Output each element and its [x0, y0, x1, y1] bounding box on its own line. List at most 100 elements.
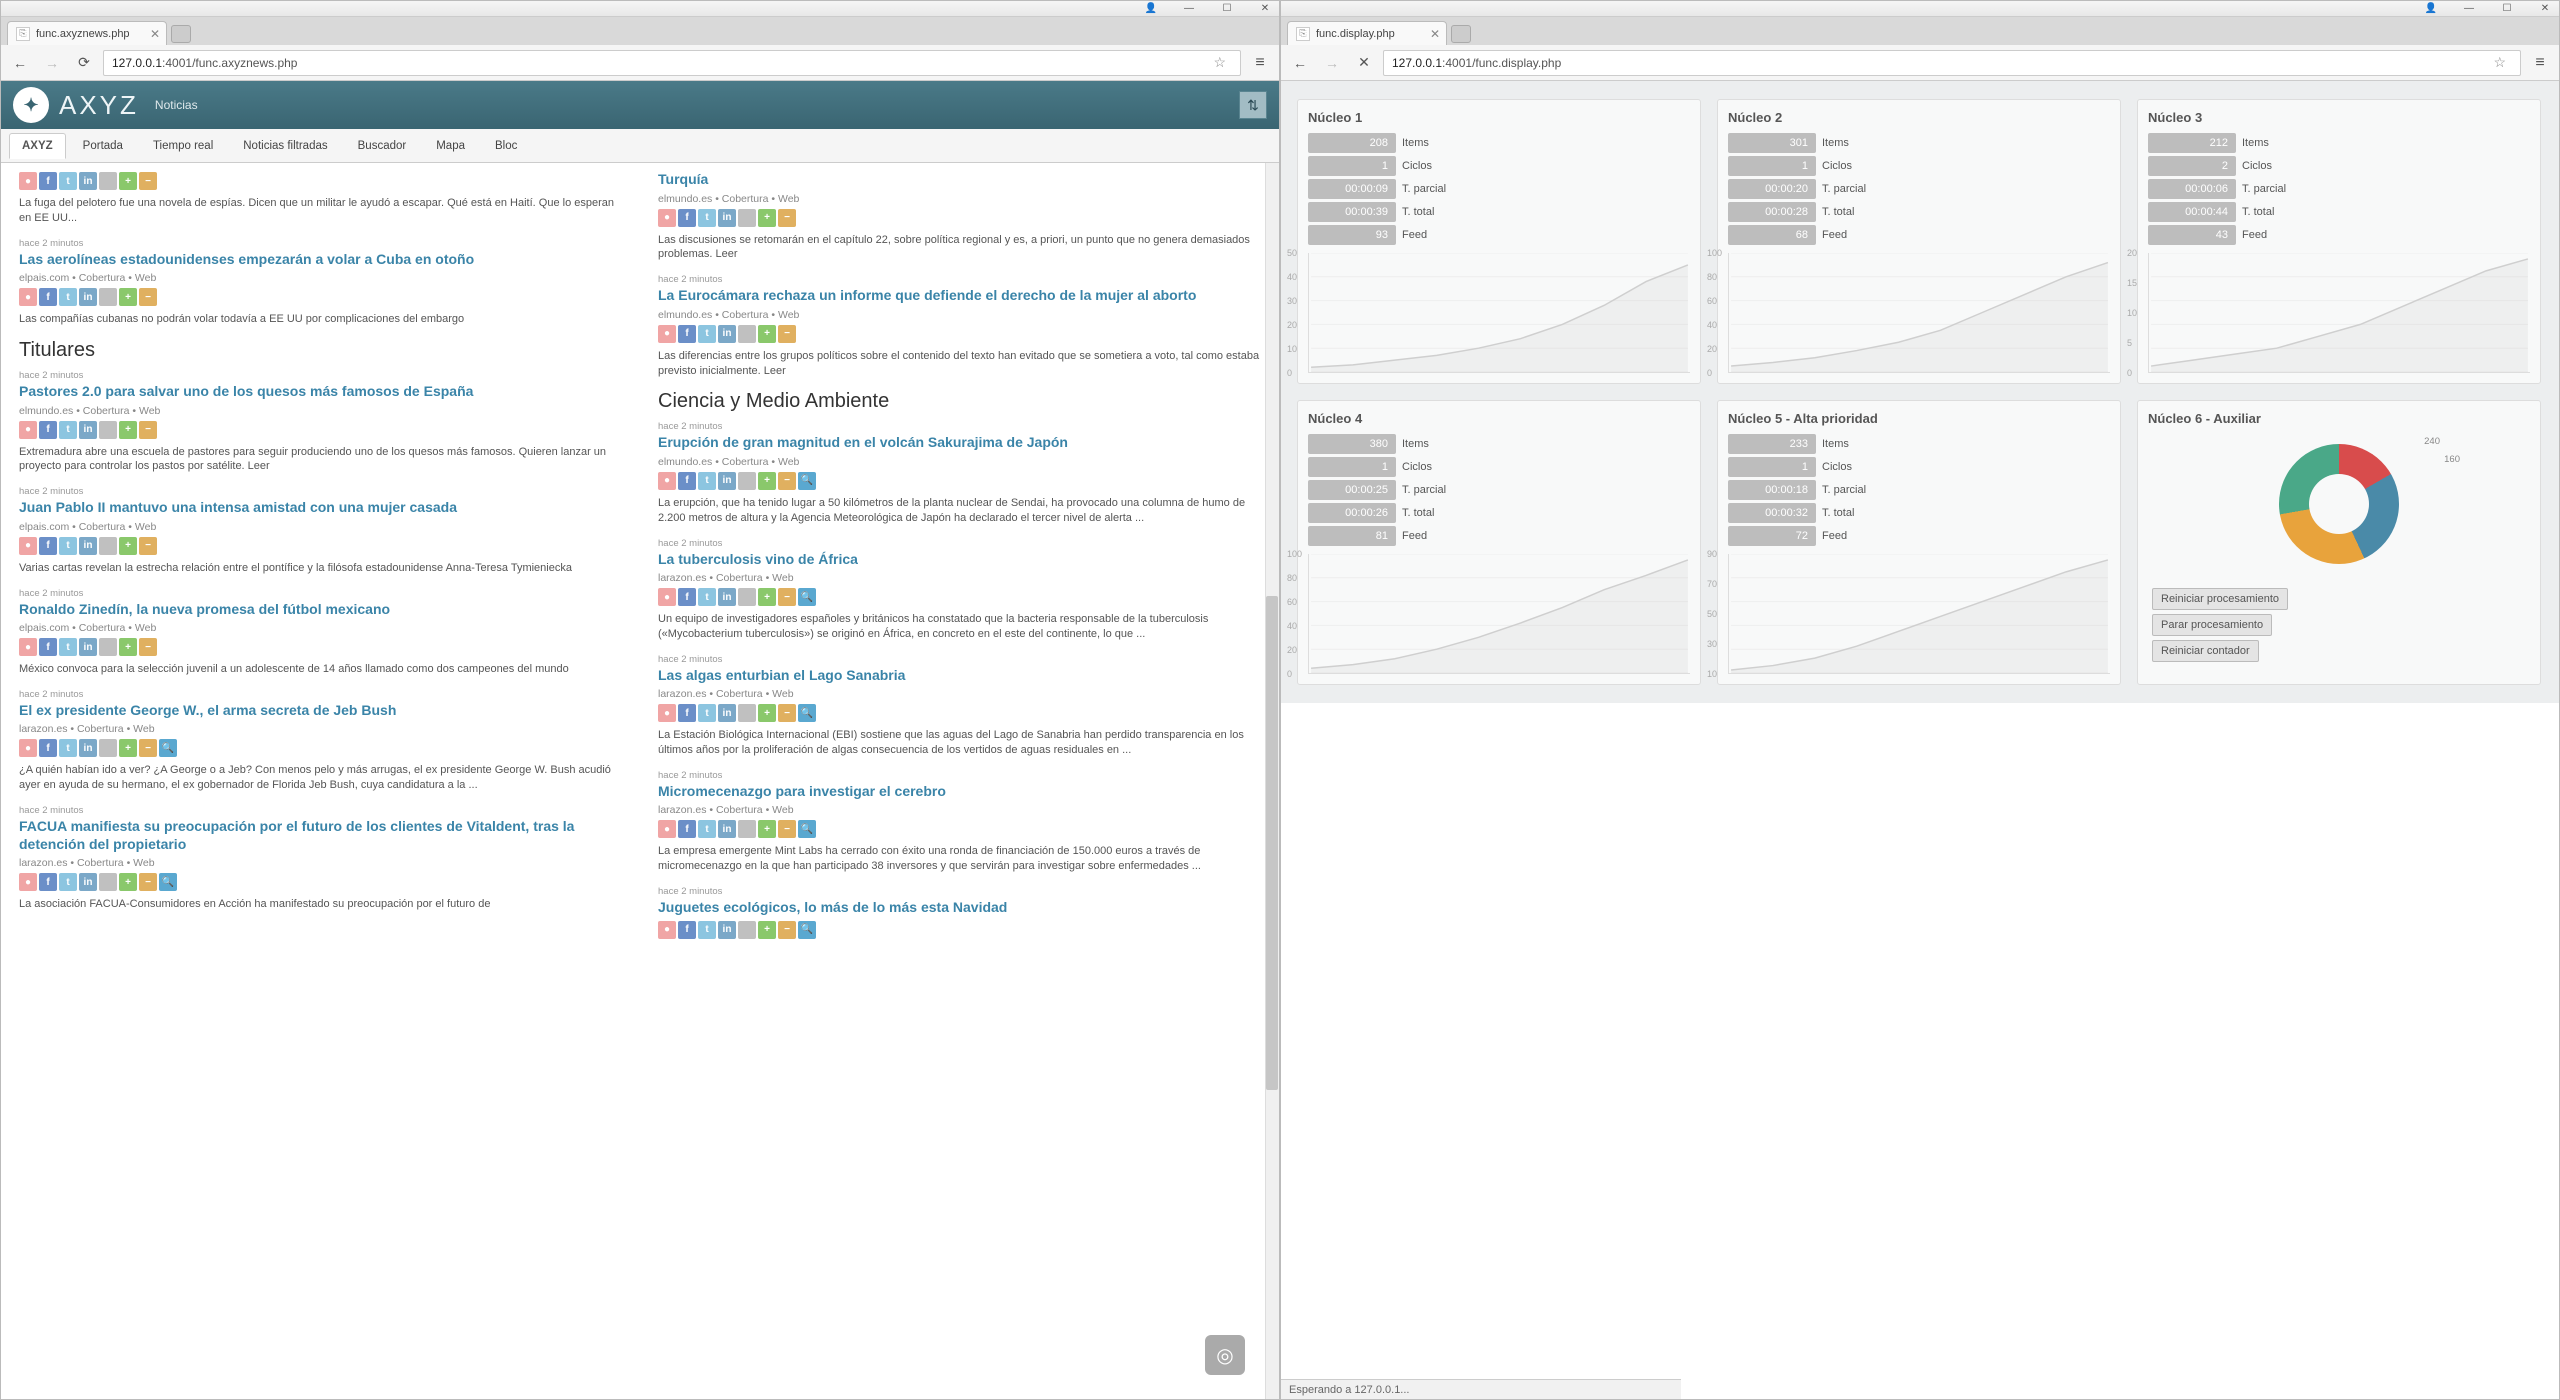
share-icon[interactable]: in [79, 288, 97, 306]
stop-button[interactable]: ✕ [1351, 50, 1377, 76]
share-icon[interactable]: in [79, 638, 97, 656]
share-icon[interactable]: ● [19, 537, 37, 555]
share-icon[interactable]: − [139, 172, 157, 190]
control-button[interactable]: Parar procesamiento [2152, 614, 2272, 636]
share-icon[interactable]: t [698, 588, 716, 606]
nav-tab-bloc[interactable]: Bloc [482, 133, 530, 159]
share-icon[interactable]: in [79, 537, 97, 555]
share-icon[interactable]: + [758, 209, 776, 227]
article-title[interactable]: FACUA manifiesta su preocupación por el … [19, 818, 622, 853]
forward-button[interactable]: → [39, 50, 65, 76]
reload-button[interactable]: ⟳ [71, 50, 97, 76]
close-window-icon[interactable]: ✕ [2535, 3, 2555, 15]
share-icon[interactable]: − [778, 325, 796, 343]
share-icon[interactable]: − [778, 820, 796, 838]
share-icon[interactable] [738, 588, 756, 606]
new-tab-button[interactable] [171, 25, 191, 43]
share-icon[interactable]: + [119, 421, 137, 439]
share-icon[interactable]: ● [658, 921, 676, 939]
magnify-icon[interactable]: 🔍 [159, 739, 177, 757]
share-icon[interactable]: − [139, 537, 157, 555]
nav-tab-axyz[interactable]: AXYZ [9, 133, 66, 159]
article-title[interactable]: Ronaldo Zinedín, la nueva promesa del fú… [19, 601, 622, 619]
share-icon[interactable]: ● [19, 638, 37, 656]
forward-button[interactable]: → [1319, 50, 1345, 76]
share-icon[interactable]: t [698, 704, 716, 722]
share-icon[interactable]: t [59, 873, 77, 891]
share-icon[interactable]: in [718, 704, 736, 722]
share-icon[interactable] [99, 172, 117, 190]
share-icon[interactable]: ● [658, 209, 676, 227]
share-icon[interactable]: f [678, 820, 696, 838]
url-input[interactable]: 127.0.0.1:4001/func.display.php ☆ [1383, 50, 2521, 76]
share-icon[interactable]: t [59, 421, 77, 439]
share-icon[interactable]: in [79, 739, 97, 757]
share-icon[interactable]: + [758, 588, 776, 606]
share-icon[interactable] [738, 921, 756, 939]
magnify-icon[interactable]: 🔍 [798, 588, 816, 606]
share-icon[interactable]: − [778, 588, 796, 606]
share-icon[interactable]: f [678, 472, 696, 490]
share-icon[interactable]: in [718, 325, 736, 343]
back-button[interactable]: ← [1287, 50, 1313, 76]
article-title[interactable]: La Eurocámara rechaza un informe que def… [658, 287, 1261, 305]
share-icon[interactable] [99, 873, 117, 891]
share-icon[interactable]: f [678, 588, 696, 606]
share-icon[interactable]: + [758, 472, 776, 490]
share-icon[interactable]: − [139, 638, 157, 656]
url-input[interactable]: 127.0.0.1:4001/func.axyznews.php ☆ [103, 50, 1241, 76]
share-icon[interactable]: + [119, 739, 137, 757]
share-icon[interactable]: ● [658, 588, 676, 606]
share-icon[interactable] [738, 209, 756, 227]
minimize-icon[interactable]: — [2459, 3, 2479, 15]
share-icon[interactable]: f [678, 704, 696, 722]
share-icon[interactable]: − [139, 873, 157, 891]
share-icon[interactable]: + [119, 638, 137, 656]
close-window-icon[interactable]: ✕ [1255, 3, 1275, 15]
share-icon[interactable]: − [778, 704, 796, 722]
share-icon[interactable]: t [698, 472, 716, 490]
user-icon[interactable]: 👤 [1141, 3, 1161, 15]
nav-tab-noticias-filtradas[interactable]: Noticias filtradas [230, 133, 340, 159]
share-icon[interactable]: t [59, 537, 77, 555]
browser-tab[interactable]: ⎘ func.display.php ✕ [1287, 21, 1447, 45]
article-title[interactable]: Juguetes ecológicos, lo más de lo más es… [658, 899, 1261, 917]
share-icon[interactable]: ● [658, 704, 676, 722]
magnify-icon[interactable]: 🔍 [798, 921, 816, 939]
magnify-icon[interactable]: 🔍 [798, 704, 816, 722]
share-icon[interactable] [738, 704, 756, 722]
share-icon[interactable]: f [39, 638, 57, 656]
share-icon[interactable] [738, 325, 756, 343]
share-icon[interactable]: f [39, 172, 57, 190]
share-icon[interactable]: in [718, 588, 736, 606]
share-icon[interactable]: − [139, 421, 157, 439]
scrollbar-thumb[interactable] [1266, 596, 1278, 1090]
share-icon[interactable]: t [59, 172, 77, 190]
share-icon[interactable] [99, 638, 117, 656]
control-button[interactable]: Reiniciar contador [2152, 640, 2259, 662]
share-icon[interactable]: + [758, 704, 776, 722]
menu-icon[interactable]: ≡ [2527, 50, 2553, 76]
share-icon[interactable]: + [758, 820, 776, 838]
share-icon[interactable]: + [119, 288, 137, 306]
magnify-icon[interactable]: 🔍 [798, 472, 816, 490]
share-icon[interactable]: + [119, 537, 137, 555]
article-title[interactable]: Las algas enturbian el Lago Sanabria [658, 667, 1261, 685]
tab-close-icon[interactable]: ✕ [1430, 27, 1440, 41]
share-icon[interactable] [99, 537, 117, 555]
share-icon[interactable]: f [39, 288, 57, 306]
nav-tab-tiempo-real[interactable]: Tiempo real [140, 133, 226, 159]
share-icon[interactable] [99, 421, 117, 439]
nav-tab-mapa[interactable]: Mapa [423, 133, 478, 159]
share-icon[interactable]: f [39, 421, 57, 439]
share-icon[interactable]: ● [19, 172, 37, 190]
share-icon[interactable]: − [778, 472, 796, 490]
browser-tab[interactable]: ⎘ func.axyznews.php ✕ [7, 21, 167, 45]
article-title[interactable]: Pastores 2.0 para salvar uno de los ques… [19, 383, 622, 401]
share-icon[interactable] [99, 288, 117, 306]
article-title[interactable]: El ex presidente George W., el arma secr… [19, 702, 622, 720]
maximize-icon[interactable]: ☐ [1217, 3, 1237, 15]
share-icon[interactable] [738, 820, 756, 838]
share-icon[interactable]: ● [19, 288, 37, 306]
bookmark-star-icon[interactable]: ☆ [2487, 54, 2512, 71]
